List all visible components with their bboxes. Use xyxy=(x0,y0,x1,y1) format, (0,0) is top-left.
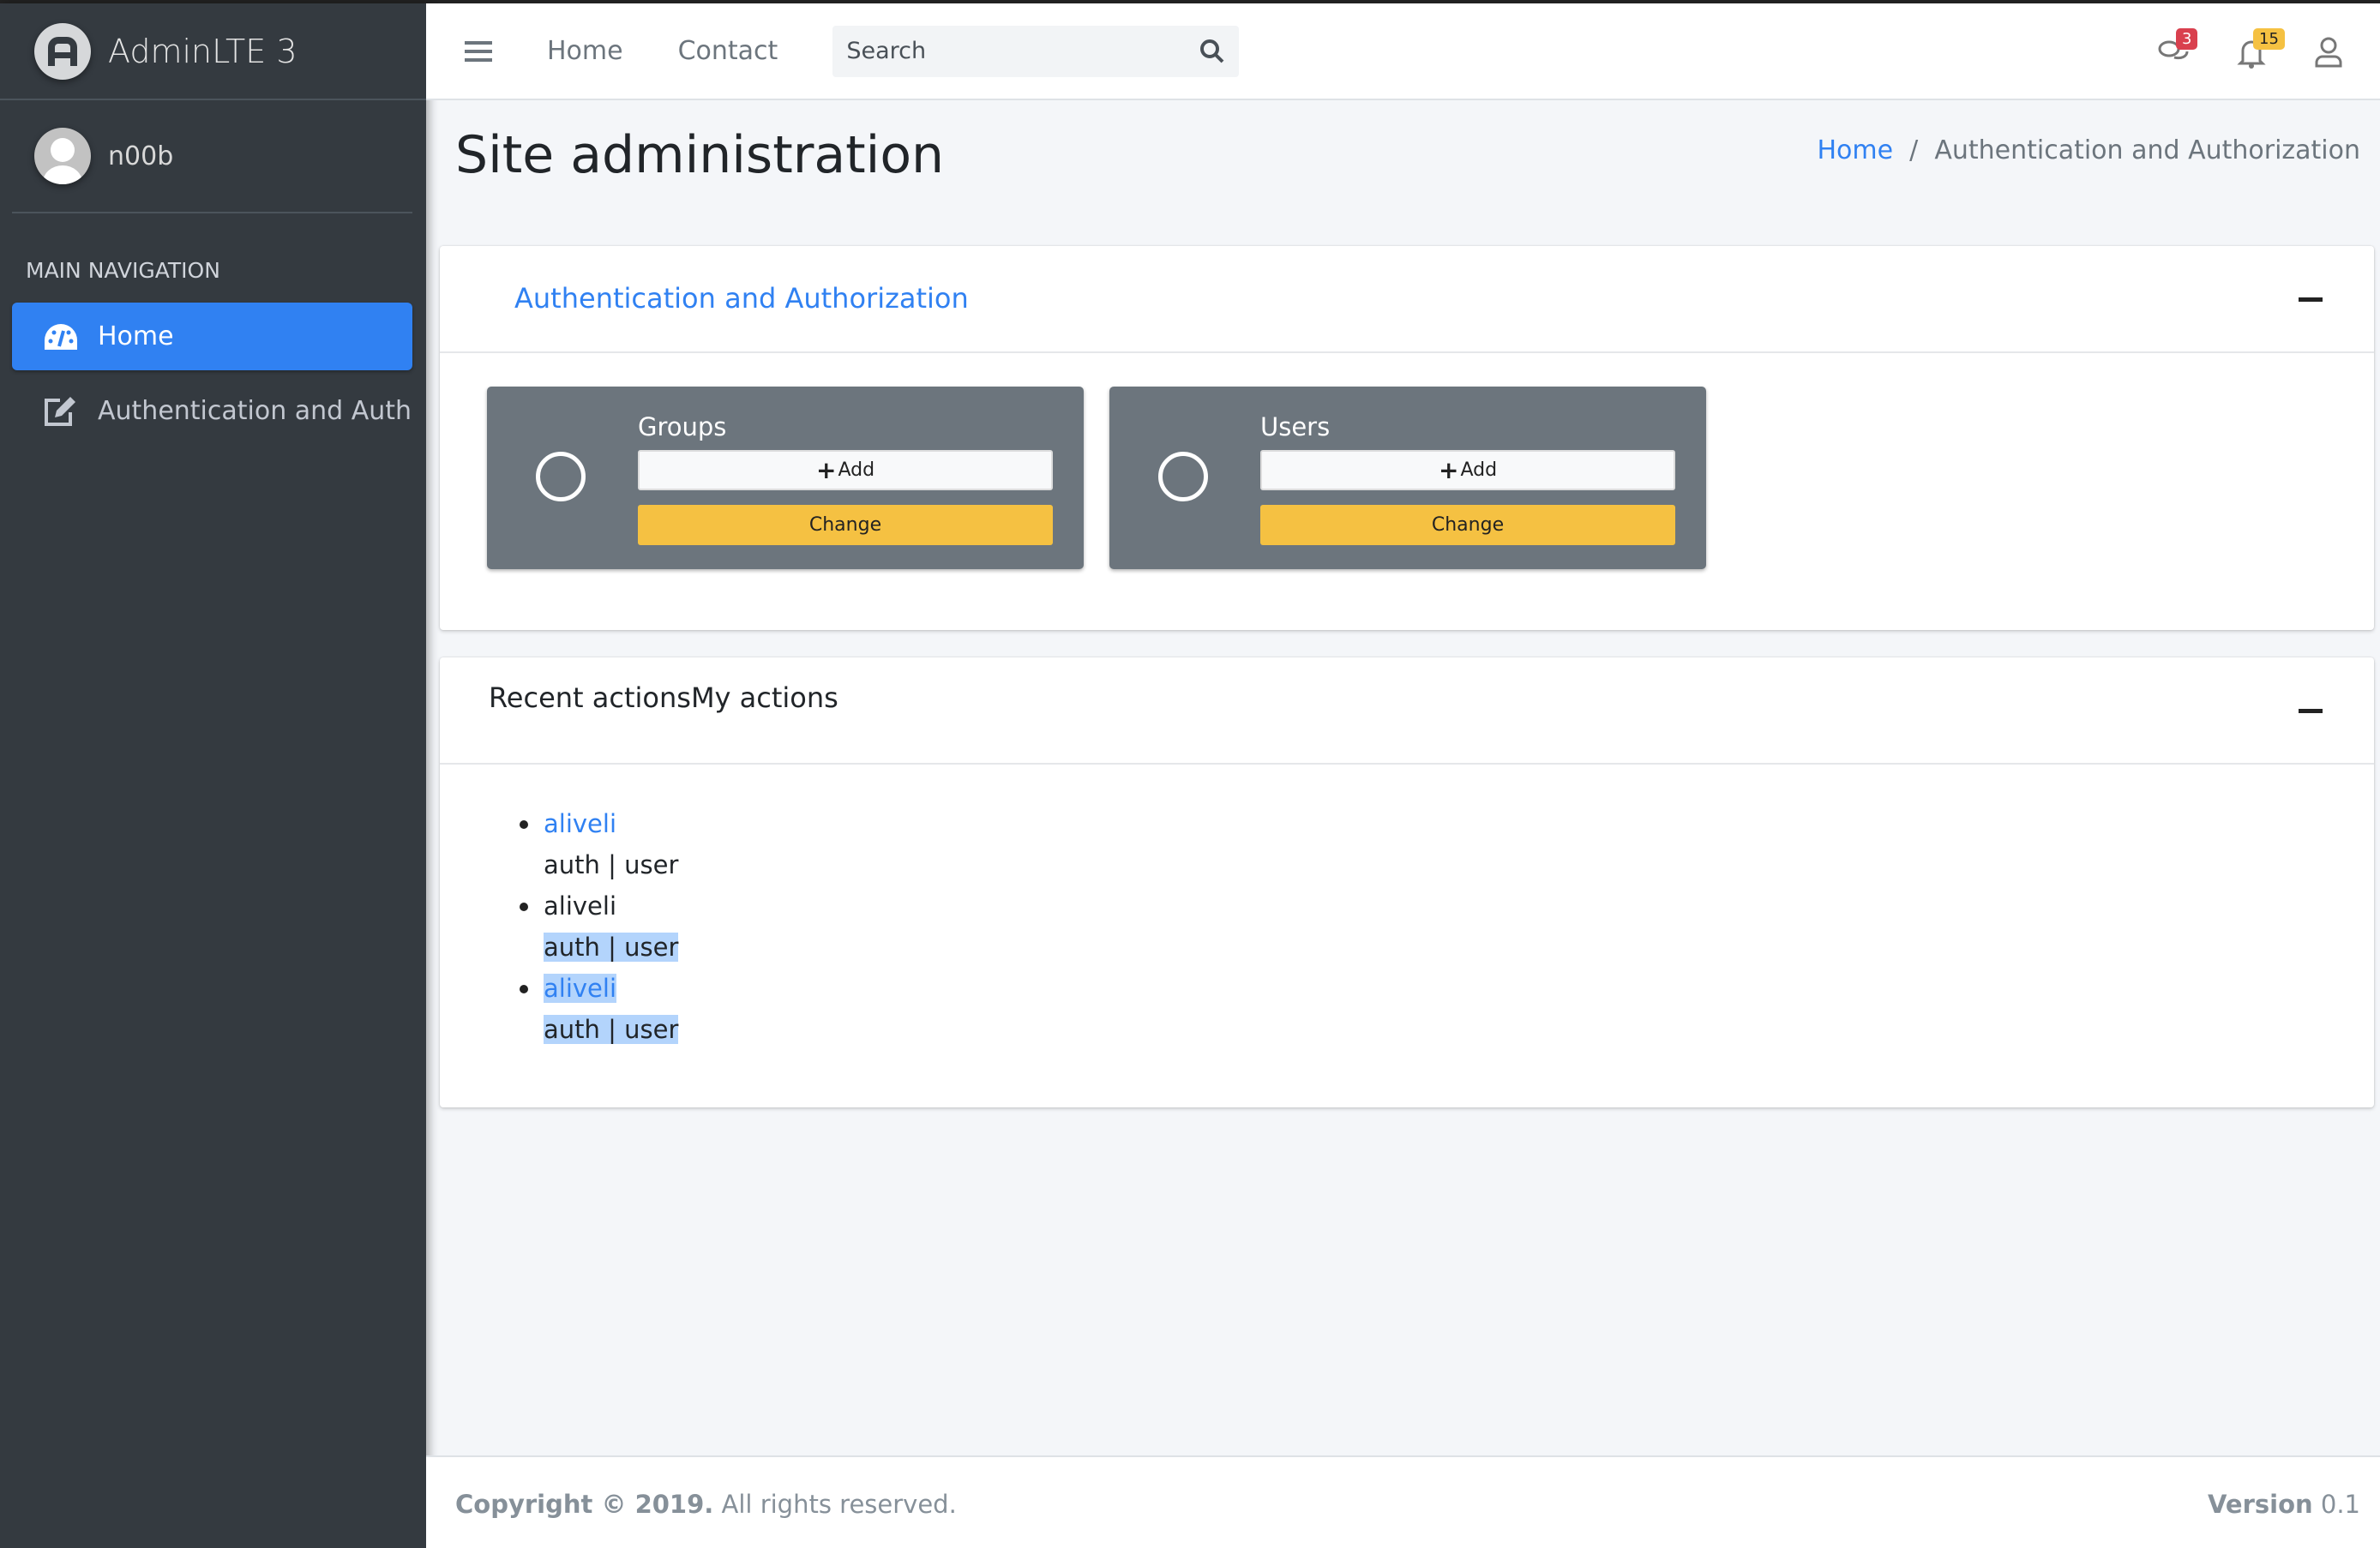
nav-link-home[interactable]: Home xyxy=(547,36,623,66)
footer: Copyright © 2019. All rights reserved. V… xyxy=(426,1455,2380,1548)
top-navbar: Home Contact 3 15 xyxy=(426,3,2380,100)
messages-button[interactable]: 3 xyxy=(2157,27,2198,69)
app-card-auth: Authentication and Authorization Groups … xyxy=(440,246,2374,630)
adminlte-logo-icon xyxy=(34,22,91,80)
add-users-button[interactable]: + Add xyxy=(1260,450,1675,490)
sidebar-item-label: Home xyxy=(98,321,174,351)
user-menu-button[interactable] xyxy=(2311,35,2346,69)
breadcrumb-home[interactable]: Home xyxy=(1817,135,1893,165)
action-object-link[interactable]: aliveli xyxy=(544,809,616,838)
collapse-icon[interactable] xyxy=(2299,297,2323,302)
search-form xyxy=(832,25,1240,77)
action-type: auth | user xyxy=(544,850,679,879)
copyright-rest: All rights reserved. xyxy=(713,1490,957,1519)
app-title-link[interactable]: Authentication and Authorization xyxy=(514,282,969,315)
actions-list: aliveli auth | user aliveli auth | user al… xyxy=(519,803,679,1050)
nav-link-contact[interactable]: Contact xyxy=(678,36,778,66)
breadcrumb-separator: / xyxy=(1901,135,1926,165)
sidebar-item-home[interactable]: Home xyxy=(12,303,412,370)
notifications-badge: 15 xyxy=(2253,27,2285,50)
nav-header: MAIN NAVIGATION xyxy=(26,258,220,283)
brand-text: AdminLTE 3 xyxy=(108,32,298,70)
recent-actions-title: Recent actionsMy actions xyxy=(489,681,838,714)
model-box-groups: Groups + Add Change xyxy=(487,387,1084,569)
circle-icon xyxy=(536,452,586,501)
breadcrumb-current: Authentication and Authorization xyxy=(1934,135,2360,165)
version-label: Version xyxy=(2208,1490,2313,1519)
user-icon xyxy=(2315,37,2342,67)
search-icon[interactable] xyxy=(1199,39,1225,64)
hamburger-menu-icon[interactable] xyxy=(465,40,492,62)
add-groups-button[interactable]: + Add xyxy=(638,450,1053,490)
plus-icon: + xyxy=(1438,456,1459,484)
brand-link[interactable]: AdminLTE 3 xyxy=(0,3,426,100)
add-label: Add xyxy=(838,459,875,481)
user-name: n00b xyxy=(108,141,174,171)
edit-icon xyxy=(45,396,75,426)
action-type: auth | user xyxy=(544,1015,679,1044)
action-type: auth | user xyxy=(544,933,679,962)
change-groups-button[interactable]: Change xyxy=(638,505,1053,545)
sidebar: AdminLTE 3 n00b MAIN NAVIGATION Home Aut… xyxy=(0,3,426,1548)
list-item: aliveli auth | user xyxy=(519,968,679,1050)
breadcrumb: Home / Authentication and Authorization xyxy=(1817,135,2360,165)
page-title: Site administration xyxy=(455,125,945,185)
user-panel[interactable]: n00b xyxy=(12,100,412,213)
notifications-button[interactable]: 15 xyxy=(2234,27,2285,69)
model-box-users: Users + Add Change xyxy=(1109,387,1706,569)
sidebar-item-auth[interactable]: Authentication and Authoriz xyxy=(12,377,412,445)
copyright: Copyright © 2019. All rights reserved. xyxy=(455,1490,957,1519)
change-users-button[interactable]: Change xyxy=(1260,505,1675,545)
copyright-bold: Copyright © 2019. xyxy=(455,1490,714,1519)
model-name: Groups xyxy=(638,412,727,441)
action-object: aliveli xyxy=(544,891,617,921)
recent-actions-card: Recent actionsMy actions aliveli auth | u… xyxy=(440,657,2374,1107)
list-item: aliveli auth | user xyxy=(519,885,679,968)
model-name: Users xyxy=(1260,412,1331,441)
circle-icon xyxy=(1158,452,1208,501)
add-label: Add xyxy=(1460,459,1498,481)
sidebar-item-label: Authentication and Authoriz xyxy=(98,396,412,426)
search-input[interactable] xyxy=(846,38,1173,64)
plus-icon: + xyxy=(815,456,837,484)
messages-badge: 3 xyxy=(2176,27,2198,50)
action-object-link[interactable]: aliveli xyxy=(544,974,617,1003)
avatar xyxy=(34,128,91,184)
version: Version 0.1 xyxy=(2208,1490,2360,1519)
version-number: 0.1 xyxy=(2312,1490,2360,1519)
tachometer-icon xyxy=(45,323,77,350)
list-item: aliveli auth | user xyxy=(519,803,679,885)
collapse-icon[interactable] xyxy=(2299,709,2323,713)
